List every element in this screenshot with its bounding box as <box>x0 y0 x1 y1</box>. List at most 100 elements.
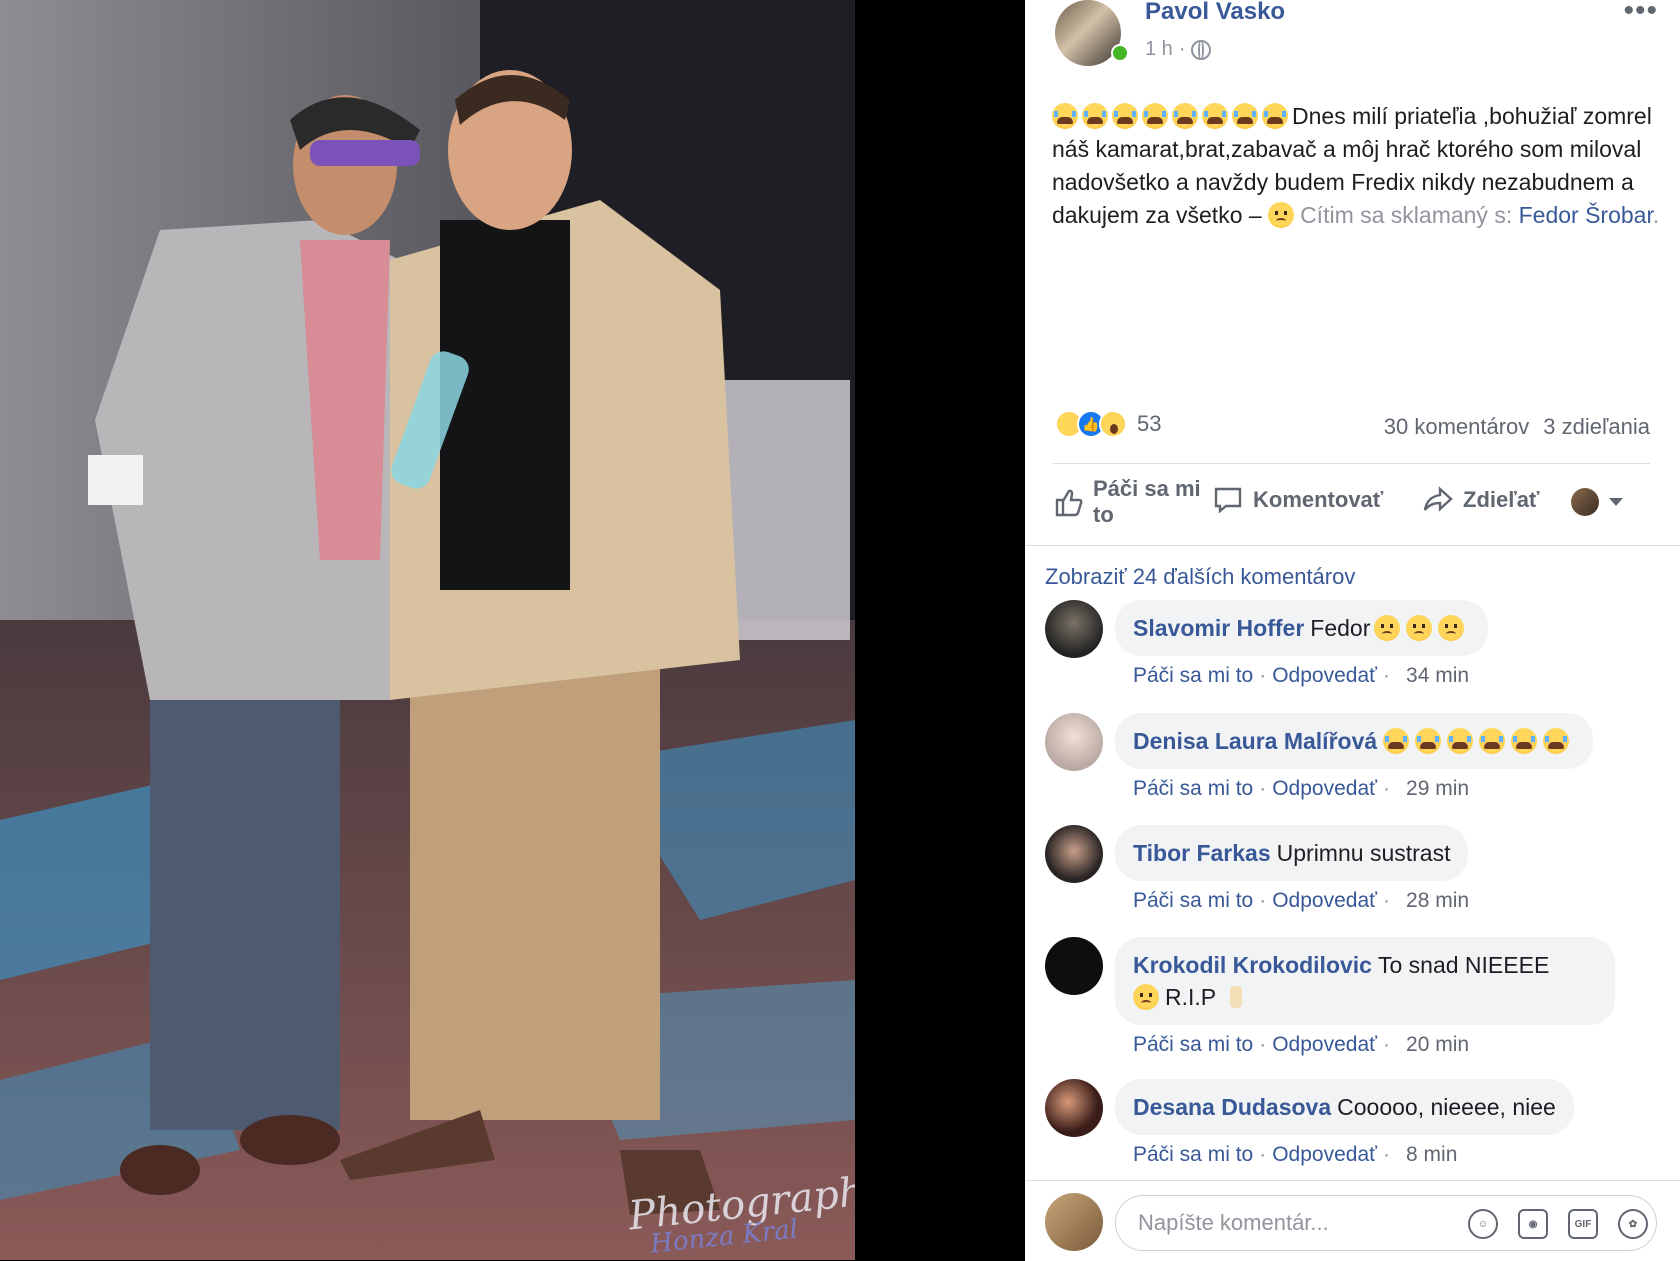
comment-reply-link[interactable]: Odpovedať <box>1272 777 1377 800</box>
commenter-avatar[interactable] <box>1045 937 1103 995</box>
comment-reply-link[interactable]: Odpovedať <box>1272 889 1377 912</box>
comment-bubble: Slavomir Hoffer Fedor <box>1115 600 1489 656</box>
comment-time[interactable]: 8 min <box>1406 1143 1457 1166</box>
comment-label: Komentovať <box>1253 487 1384 512</box>
commenter-name[interactable]: Tibor Farkas <box>1133 840 1271 866</box>
globe-icon[interactable] <box>1191 39 1212 60</box>
reaction-summary[interactable]: 👍 53 <box>1055 410 1161 438</box>
commenter-name[interactable]: Slavomir Hoffer <box>1133 615 1304 641</box>
comment-reply-link[interactable]: Odpovedať <box>1272 1033 1377 1056</box>
commenter-avatar[interactable] <box>1045 713 1103 771</box>
comment-like-link[interactable]: Páči sa mi to <box>1133 889 1253 912</box>
comment-bubble: Desana Dudasova Cooooo, nieeee, niee <box>1115 1079 1574 1135</box>
reaction-count: 53 <box>1137 411 1162 436</box>
sad-emoji-icon <box>1374 615 1401 641</box>
commenter-name[interactable]: Krokodil Krokodilovic <box>1133 952 1372 978</box>
comment-actions: Páči sa mi to · Odpovedať · 34 min <box>1133 664 1470 687</box>
comment-actions: Páči sa mi to · Odpovedať · 28 min <box>1133 889 1470 912</box>
comment-bubble: Krokodil Krokodilovic To snad NIEEEE R.I.… <box>1115 937 1615 1025</box>
comment-text-2: R.I.P <box>1165 984 1216 1010</box>
crying-emoji-icon <box>1383 728 1410 754</box>
crying-emoji-icon <box>1543 728 1570 754</box>
post-time[interactable]: 1 h <box>1145 38 1173 61</box>
crying-emoji-icon <box>1447 728 1474 754</box>
comment-time[interactable]: 28 min <box>1406 889 1469 912</box>
post-as-selector[interactable] <box>1571 488 1623 516</box>
comment-bubble: Tibor Farkas Uprimnu sustrast <box>1115 825 1469 881</box>
comment-text: To snad NIEEEE <box>1377 952 1550 978</box>
share-icon <box>1423 486 1453 512</box>
divider <box>1053 463 1650 464</box>
crying-emoji-icon <box>1479 728 1506 754</box>
wow-reaction-icon <box>1099 410 1127 438</box>
gif-icon[interactable]: GIF <box>1568 1209 1598 1239</box>
tag-end: . <box>1652 202 1660 228</box>
commenter-avatar[interactable] <box>1045 825 1103 883</box>
sad-emoji-icon <box>1438 615 1465 641</box>
avatar <box>1571 488 1599 516</box>
emoji-icon[interactable]: ☺ <box>1468 1209 1498 1239</box>
composer-tools: ☺ ◉ GIF ✿ <box>1468 1209 1648 1239</box>
crying-emoji-icon <box>1082 103 1108 129</box>
comment-button[interactable]: Komentovať <box>1213 486 1383 514</box>
commenter-name[interactable]: Denisa Laura Malířová <box>1133 728 1377 754</box>
view-more-comments-link[interactable]: Zobraziť 24 ďalších komentárov <box>1045 564 1355 590</box>
like-label: Páči sa mi to <box>1093 476 1201 527</box>
share-button[interactable]: Zdieľať <box>1423 486 1539 514</box>
comment-reply-link[interactable]: Odpovedať <box>1272 664 1377 687</box>
comment-like-link[interactable]: Páči sa mi to <box>1133 777 1253 800</box>
sticker-icon[interactable]: ✿ <box>1618 1209 1648 1239</box>
more-dots-icon[interactable]: ••• <box>1623 0 1658 28</box>
candle-emoji-icon <box>1230 986 1243 1008</box>
crying-emoji-icon <box>1172 103 1198 129</box>
comment-text: Cooooo, nieeee, niee <box>1337 1094 1556 1120</box>
crying-emoji-icon <box>1511 728 1538 754</box>
photo-viewer: Photography Honza Kral <box>0 0 1025 1260</box>
commenter-name[interactable]: Desana Dudasova <box>1133 1094 1331 1120</box>
post-stats: 30 komentárov 3 zdieľania <box>1384 414 1650 440</box>
commenter-avatar[interactable] <box>1045 1079 1103 1137</box>
share-label: Zdieľať <box>1463 487 1540 512</box>
sad-emoji-icon <box>1406 615 1433 641</box>
comment-like-link[interactable]: Páči sa mi to <box>1133 1143 1253 1166</box>
with-prefix: s: <box>1494 202 1513 228</box>
crying-emoji-icon <box>1202 103 1228 129</box>
thumbs-up-icon <box>1055 489 1083 517</box>
author-name[interactable]: Pavol Vasko <box>1145 0 1285 26</box>
online-status-icon <box>1111 44 1129 62</box>
post-text: Dnes milí priateľia ,bohužiaľ zomrel náš… <box>1052 100 1662 232</box>
comment-text: Uprimnu sustrast <box>1276 840 1451 866</box>
post-actions: Páči sa mi to Komentovať Zdieľať <box>1043 474 1663 534</box>
crying-emoji-icon <box>1415 728 1442 754</box>
comment-icon <box>1214 487 1242 514</box>
comment-like-link[interactable]: Páči sa mi to <box>1133 664 1253 687</box>
crying-emoji-icon <box>1262 103 1288 129</box>
comment-time[interactable]: 20 min <box>1406 1033 1469 1056</box>
crying-emoji-icon <box>1142 103 1168 129</box>
commenter-avatar[interactable] <box>1045 600 1103 658</box>
comment-actions: Páči sa mi to · Odpovedať · 8 min <box>1133 1143 1458 1166</box>
comment-reply-link[interactable]: Odpovedať <box>1272 1143 1377 1166</box>
crying-emoji-icon <box>1112 103 1138 129</box>
share-count[interactable]: 3 zdieľania <box>1543 414 1650 440</box>
post-meta: 1 h · <box>1145 38 1212 61</box>
like-button[interactable]: Páči sa mi to <box>1055 476 1213 528</box>
divider <box>1025 545 1680 546</box>
comment-like-link[interactable]: Páči sa mi to <box>1133 1033 1253 1056</box>
comment-count[interactable]: 30 komentárov <box>1384 414 1530 440</box>
tagged-person[interactable]: Fedor Šrobar <box>1519 202 1653 228</box>
crying-emoji-row <box>1052 103 1292 129</box>
post-photo[interactable]: Photography Honza Kral <box>0 0 855 1260</box>
sad-emoji-icon <box>1133 984 1159 1010</box>
comment-actions: Páči sa mi to · Odpovedať · 20 min <box>1133 1033 1470 1056</box>
comment-bubble: Denisa Laura Malířová <box>1115 713 1594 769</box>
crying-emoji-icon <box>1232 103 1258 129</box>
comment-time[interactable]: 34 min <box>1406 664 1469 687</box>
camera-icon[interactable]: ◉ <box>1518 1209 1548 1239</box>
sad-emoji-icon <box>1268 202 1295 228</box>
current-user-avatar[interactable] <box>1045 1193 1103 1251</box>
comment-time[interactable]: 29 min <box>1406 777 1469 800</box>
crying-emoji-icon <box>1052 103 1078 129</box>
post-sidebar: Pavol Vasko 1 h · ••• Dnes milí priateľi… <box>1025 0 1680 1261</box>
feeling-text[interactable]: Cítim sa sklamaný <box>1300 202 1488 228</box>
